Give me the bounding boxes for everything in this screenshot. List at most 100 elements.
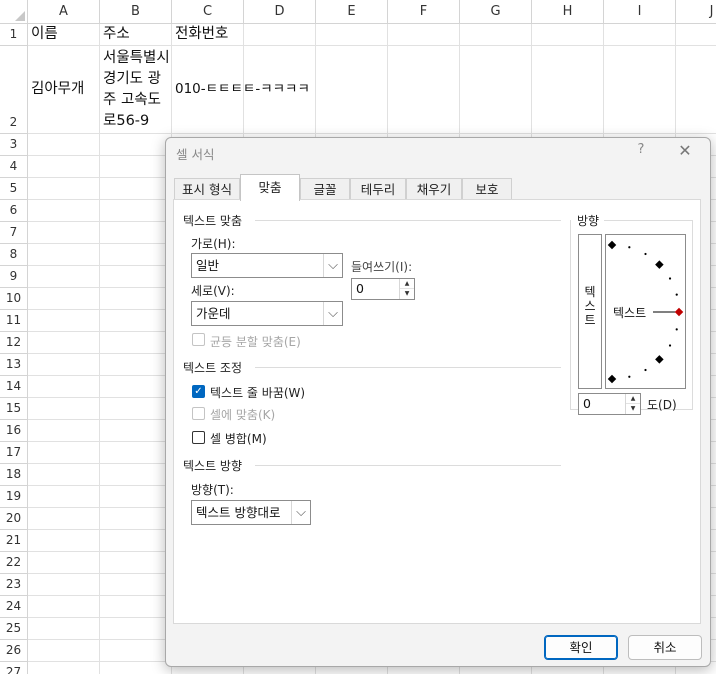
cell-g2[interactable] [460, 46, 532, 134]
spin-down-icon[interactable]: ▼ [626, 404, 640, 414]
row-header-7[interactable]: 7 [0, 222, 28, 244]
column-header-i[interactable]: I [604, 0, 676, 24]
cell-b21[interactable] [100, 530, 172, 552]
cell-a14[interactable] [28, 376, 100, 398]
cell-a20[interactable] [28, 508, 100, 530]
spin-up-icon[interactable]: ▲ [626, 394, 640, 404]
cell-a4[interactable] [28, 156, 100, 178]
cell-b7[interactable] [100, 222, 172, 244]
shrink-to-fit-checkbox[interactable] [192, 407, 205, 420]
cell-b3[interactable] [100, 134, 172, 156]
cell-b11[interactable] [100, 310, 172, 332]
row-header-20[interactable]: 20 [0, 508, 28, 530]
row-header-16[interactable]: 16 [0, 420, 28, 442]
cell-b24[interactable] [100, 596, 172, 618]
cell-a24[interactable] [28, 596, 100, 618]
row-header-25[interactable]: 25 [0, 618, 28, 640]
row-header-2[interactable]: 2 [0, 46, 28, 134]
cell-b16[interactable] [100, 420, 172, 442]
ok-button[interactable]: 확인 [544, 635, 618, 660]
close-icon[interactable]: ✕ [677, 142, 693, 160]
cell-a13[interactable] [28, 354, 100, 376]
cell-a22[interactable] [28, 552, 100, 574]
cell-a21[interactable] [28, 530, 100, 552]
row-header-24[interactable]: 24 [0, 596, 28, 618]
cell-h1[interactable] [532, 24, 604, 46]
cell-b10[interactable] [100, 288, 172, 310]
cell-b4[interactable] [100, 156, 172, 178]
row-header-15[interactable]: 15 [0, 398, 28, 420]
row-header-26[interactable]: 26 [0, 640, 28, 662]
tab-protection[interactable]: 보호 [462, 178, 512, 200]
cell-e2[interactable] [316, 46, 388, 134]
cell-b13[interactable] [100, 354, 172, 376]
cell-a12[interactable] [28, 332, 100, 354]
row-header-22[interactable]: 22 [0, 552, 28, 574]
cell-i1[interactable] [604, 24, 676, 46]
indent-spinner[interactable]: 0 ▲ ▼ [351, 278, 415, 300]
degrees-spinner[interactable]: 0 ▲ ▼ [578, 393, 641, 415]
cell-a18[interactable] [28, 464, 100, 486]
help-button[interactable]: ? [634, 142, 648, 157]
cell-b14[interactable] [100, 376, 172, 398]
wrap-text-checkbox[interactable]: ✓ [192, 385, 205, 398]
cell-f1[interactable] [388, 24, 460, 46]
row-header-10[interactable]: 10 [0, 288, 28, 310]
column-header-e[interactable]: E [316, 0, 388, 24]
cell-b9[interactable] [100, 266, 172, 288]
vertical-select[interactable]: 가운데 ⌵ [191, 301, 343, 326]
cell-a3[interactable] [28, 134, 100, 156]
cell-a19[interactable] [28, 486, 100, 508]
cell-a7[interactable] [28, 222, 100, 244]
row-header-5[interactable]: 5 [0, 178, 28, 200]
row-header-17[interactable]: 17 [0, 442, 28, 464]
cell-b18[interactable] [100, 464, 172, 486]
direction-select[interactable]: 텍스트 방향대로 ⌵ [191, 500, 311, 525]
column-header-b[interactable]: B [100, 0, 172, 24]
cell-b25[interactable] [100, 618, 172, 640]
cell-b5[interactable] [100, 178, 172, 200]
cell-j2[interactable] [676, 46, 716, 134]
row-header-27[interactable]: 27 [0, 662, 28, 674]
column-header-h[interactable]: H [532, 0, 604, 24]
cell-a15[interactable] [28, 398, 100, 420]
cell-b27[interactable] [100, 662, 172, 674]
column-header-a[interactable]: A [28, 0, 100, 24]
column-header-g[interactable]: G [460, 0, 532, 24]
cell-d1[interactable] [244, 24, 316, 46]
cell-a9[interactable] [28, 266, 100, 288]
tab-font[interactable]: 글꼴 [300, 178, 350, 200]
row-header-14[interactable]: 14 [0, 376, 28, 398]
cell-a8[interactable] [28, 244, 100, 266]
row-header-4[interactable]: 4 [0, 156, 28, 178]
row-header-9[interactable]: 9 [0, 266, 28, 288]
cell-c2[interactable]: 010-ㅌㅌㅌㅌ-ㅋㅋㅋㅋ [172, 46, 310, 134]
cell-b12[interactable] [100, 332, 172, 354]
tab-number[interactable]: 표시 형식 [174, 178, 240, 200]
column-header-f[interactable]: F [388, 0, 460, 24]
tab-fill[interactable]: 채우기 [406, 178, 462, 200]
cell-a5[interactable] [28, 178, 100, 200]
cell-a11[interactable] [28, 310, 100, 332]
cell-h2[interactable] [532, 46, 604, 134]
orientation-dial[interactable]: 텍스트 [605, 234, 686, 389]
justify-distributed-checkbox[interactable] [192, 333, 205, 346]
dial-angle-marker[interactable] [674, 307, 684, 317]
row-header-11[interactable]: 11 [0, 310, 28, 332]
cell-b2[interactable]: 서울특별시 경기도 광주 고속도로56-9 [100, 46, 172, 134]
cell-i2[interactable] [604, 46, 676, 134]
cancel-button[interactable]: 취소 [628, 635, 702, 660]
cell-a25[interactable] [28, 618, 100, 640]
row-header-12[interactable]: 12 [0, 332, 28, 354]
cell-b15[interactable] [100, 398, 172, 420]
cell-j1[interactable] [676, 24, 716, 46]
row-header-23[interactable]: 23 [0, 574, 28, 596]
cell-b23[interactable] [100, 574, 172, 596]
cell-a1[interactable]: 이름 [28, 24, 100, 46]
row-header-6[interactable]: 6 [0, 200, 28, 222]
vertical-text-box[interactable]: 텍스트 [578, 234, 602, 389]
row-header-13[interactable]: 13 [0, 354, 28, 376]
cell-e1[interactable] [316, 24, 388, 46]
cell-a10[interactable] [28, 288, 100, 310]
cell-a23[interactable] [28, 574, 100, 596]
